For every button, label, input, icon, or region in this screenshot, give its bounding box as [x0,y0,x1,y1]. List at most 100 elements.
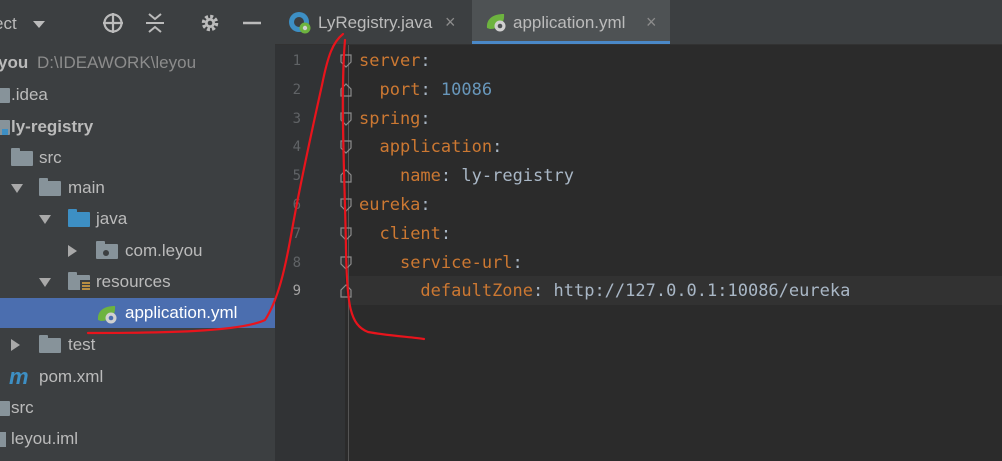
tree-item-iml[interactable]: leyou.iml [0,424,275,454]
fold-marker-icon[interactable] [339,284,353,298]
spring-config-icon [97,306,117,324]
tree-item-ly-registry[interactable]: ly-registry [0,112,275,142]
tree-item-label: resources [96,272,171,291]
line-number: 4 [292,139,301,156]
code-line[interactable]: service-url: [359,249,523,278]
tab-label: application.yml [513,13,626,32]
tree-item-root-src[interactable]: src [0,393,275,423]
locate-icon[interactable] [102,12,124,34]
fold-marker-icon[interactable] [339,227,353,241]
yaml-separator: : [420,79,441,100]
yaml-separator: : [533,281,554,302]
fold-marker-icon[interactable] [339,198,353,212]
yaml-value: 10086 [440,79,493,100]
tree-item-pom[interactable]: m pom.xml [0,362,275,392]
project-view-title[interactable]: ect [0,14,17,34]
line-number: 7 [292,225,301,242]
chevron-down-icon[interactable] [33,21,45,28]
yaml-value: http://127.0.0.1:10086/eureka [553,281,851,302]
line-number: 9 [292,283,301,300]
yaml-key: client [379,223,441,244]
tree-item-java[interactable]: java [0,204,275,234]
maven-icon: m [9,364,29,389]
tree-item-label: leyou.iml [11,429,79,448]
tree-item-label: pom.xml [39,367,104,386]
code-line[interactable]: name: ly-registry [359,162,574,191]
fold-marker-icon[interactable] [339,54,353,68]
project-panel: ect you D:\IDEAWORK\leyou .idea [0,0,275,461]
tree-item-label: main [68,178,105,197]
fold-marker-icon[interactable] [339,82,353,97]
tree-item-main[interactable]: main [0,173,275,203]
tree-item-test[interactable]: test [0,330,275,360]
editor-tab-bar: LyRegistry.java × application.yml × [275,0,1002,45]
spring-boot-class-icon [289,12,311,34]
project-path: D:\IDEAWORK\leyou [37,53,197,72]
tab-lyregistry-java[interactable]: LyRegistry.java × [275,0,470,44]
tree-item-label: ly-registry [11,117,94,136]
tree-item-src[interactable]: src [0,143,275,173]
fold-marker-icon[interactable] [339,255,353,270]
tab-application-yml[interactable]: application.yml × [472,0,670,44]
collapsed-arrow-icon[interactable] [68,245,77,257]
tree-item-label: application.yml [125,303,238,322]
fold-marker-icon[interactable] [339,111,353,126]
yaml-separator: : [440,166,462,187]
line-gutter [275,45,345,461]
tree-item-label: .idea [11,85,48,104]
yaml-key: port [379,79,421,100]
tab-label: LyRegistry.java [318,13,433,32]
close-icon[interactable]: × [646,12,657,33]
code-line[interactable]: spring: [359,105,431,134]
line-number: 8 [292,254,301,271]
line-number: 2 [292,81,301,98]
gear-icon[interactable] [199,12,221,34]
line-number: 6 [292,197,301,213]
code-line[interactable]: eureka: [359,191,431,220]
close-icon[interactable]: × [445,12,456,33]
yaml-key: name [399,166,441,187]
code-line[interactable]: application: [359,133,502,162]
code-line[interactable]: server: [359,47,431,76]
yaml-separator: : [420,51,431,71]
expand-arrow-icon[interactable] [39,278,51,287]
yaml-key: server [359,51,421,71]
code-line[interactable]: defaultZone: http://127.0.0.1:10086/eure… [359,277,850,306]
line-number: 5 [292,168,301,185]
collapse-all-icon[interactable] [144,12,166,34]
yaml-key: defaultZone [420,281,534,302]
yaml-separator: : [420,195,431,215]
tree-item-package[interactable]: com.leyou [0,236,275,266]
tree-item-label: src [39,148,62,167]
folder-icon [11,148,33,166]
tree-item-idea[interactable]: .idea [0,80,275,110]
module-file-icon [0,432,6,447]
expand-arrow-icon[interactable] [11,184,23,193]
tree-item-label: com.leyou [125,241,203,260]
code-line[interactable]: port: 10086 [359,76,492,105]
project-toolbar: ect [0,0,275,44]
folder-icon [0,401,10,416]
tree-item-root[interactable]: you D:\IDEAWORK\leyou [0,48,275,78]
tree-item-label: you [0,53,29,72]
hide-icon[interactable] [241,12,263,34]
yaml-separator: : [492,137,503,158]
fold-marker-icon[interactable] [339,169,353,183]
yaml-separator: : [512,252,523,273]
tree-item-label: test [68,335,96,354]
tree-item-resources[interactable]: resources [0,267,275,297]
expand-arrow-icon[interactable] [39,215,51,224]
yaml-separator: : [440,223,452,244]
yaml-key: application [379,137,493,158]
collapsed-arrow-icon[interactable] [11,339,20,351]
tree-item-application-yml[interactable]: application.yml [0,298,275,328]
code-line[interactable]: client: [359,220,451,249]
folder-icon [39,178,61,196]
yaml-key: spring [359,108,421,129]
fold-marker-icon[interactable] [339,140,353,155]
